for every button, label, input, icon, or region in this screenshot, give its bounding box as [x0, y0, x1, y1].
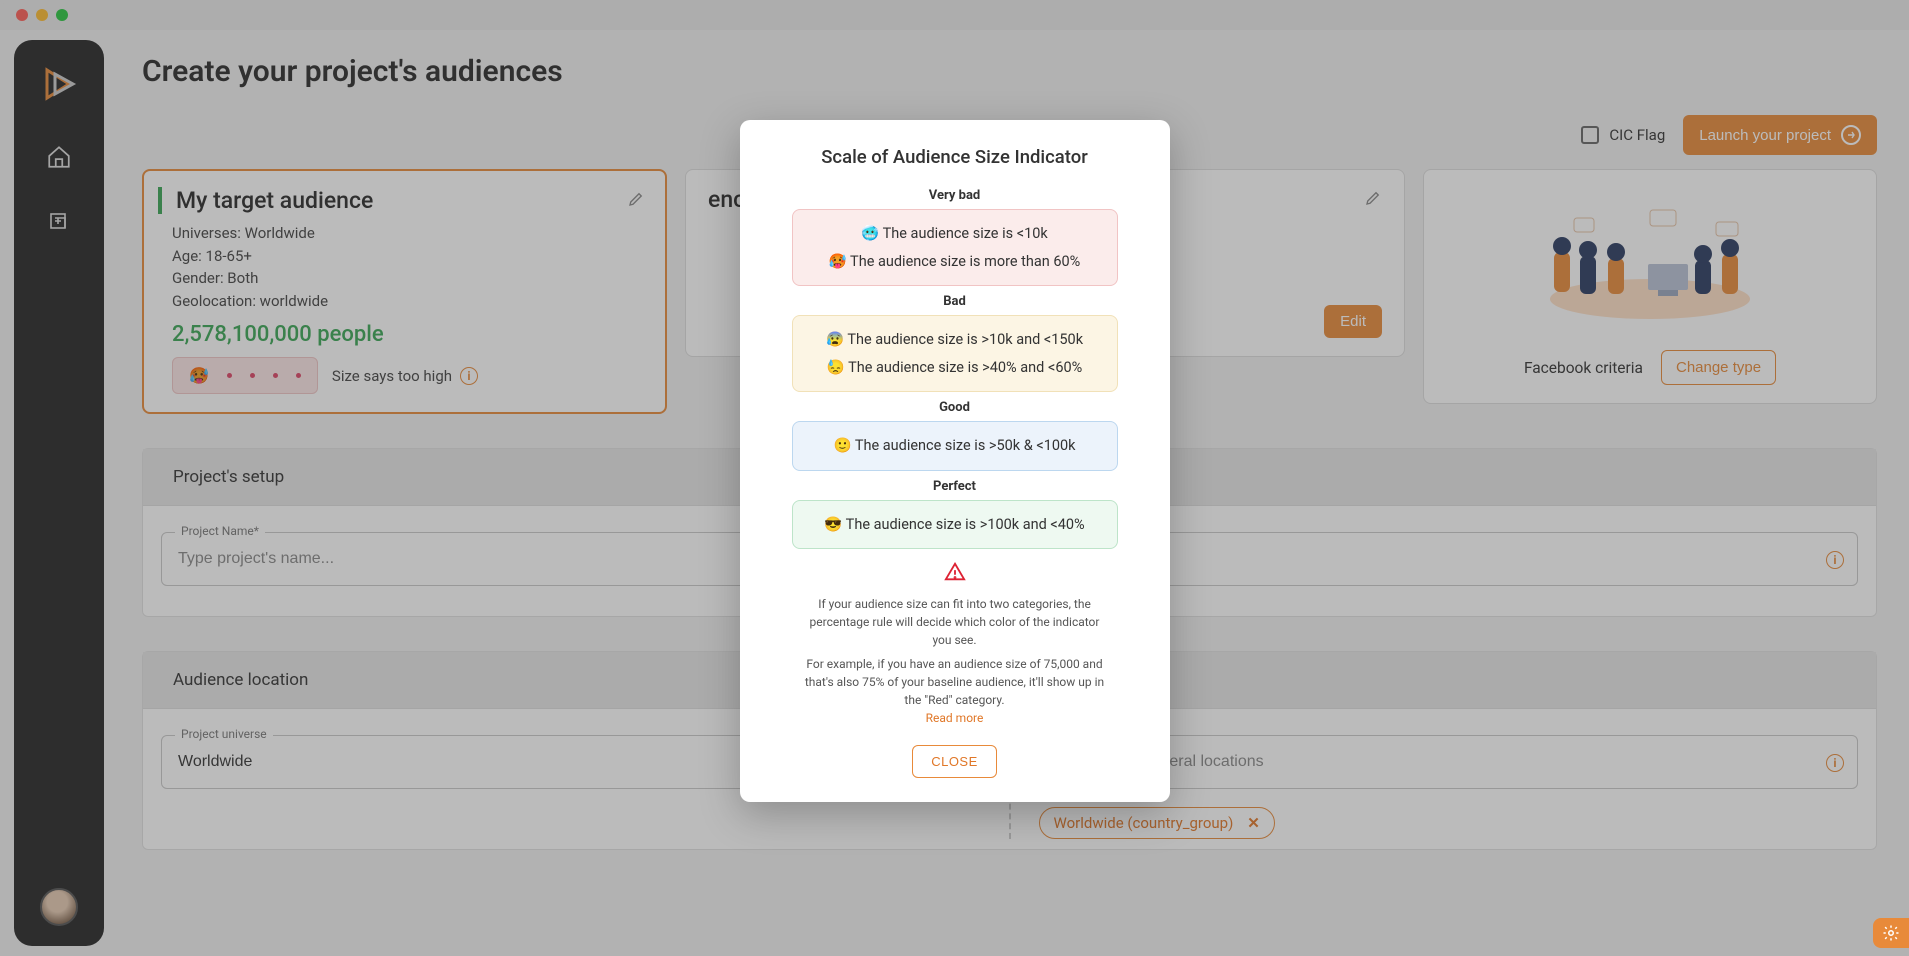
scale-line: 😎 The audience size is >100k and <40%: [809, 511, 1101, 539]
scale-box-good: 🙂 The audience size is >50k & <100k: [792, 421, 1118, 471]
scale-label-verybad: Very bad: [764, 188, 1146, 203]
scale-line: 😓 The audience size is >40% and <60%: [809, 354, 1101, 382]
scale-box-verybad: 🥶 The audience size is <10k 🥵 The audien…: [792, 209, 1118, 286]
scale-line: 🙂 The audience size is >50k & <100k: [809, 432, 1101, 460]
scale-label-bad: Bad: [764, 294, 1146, 309]
scale-label-good: Good: [764, 400, 1146, 415]
audience-scale-modal: Scale of Audience Size Indicator Very ba…: [740, 120, 1170, 802]
modal-overlay[interactable]: Scale of Audience Size Indicator Very ba…: [0, 0, 1909, 956]
scale-label-perfect: Perfect: [764, 479, 1146, 494]
gear-icon: [1882, 924, 1900, 942]
modal-title: Scale of Audience Size Indicator: [764, 146, 1146, 168]
scale-box-bad: 😰 The audience size is >10k and <150k 😓 …: [792, 315, 1118, 392]
scale-line: 🥵 The audience size is more than 60%: [809, 248, 1101, 276]
close-button[interactable]: CLOSE: [912, 745, 997, 778]
modal-note-1: If your audience size can fit into two c…: [800, 595, 1110, 649]
scale-box-perfect: 😎 The audience size is >100k and <40%: [792, 500, 1118, 550]
settings-fab[interactable]: [1873, 918, 1909, 948]
modal-note-2: For example, if you have an audience siz…: [800, 655, 1110, 709]
read-more-link[interactable]: Read more: [764, 711, 1146, 725]
warning-icon: [764, 561, 1146, 589]
scale-line: 🥶 The audience size is <10k: [809, 220, 1101, 248]
scale-line: 😰 The audience size is >10k and <150k: [809, 326, 1101, 354]
